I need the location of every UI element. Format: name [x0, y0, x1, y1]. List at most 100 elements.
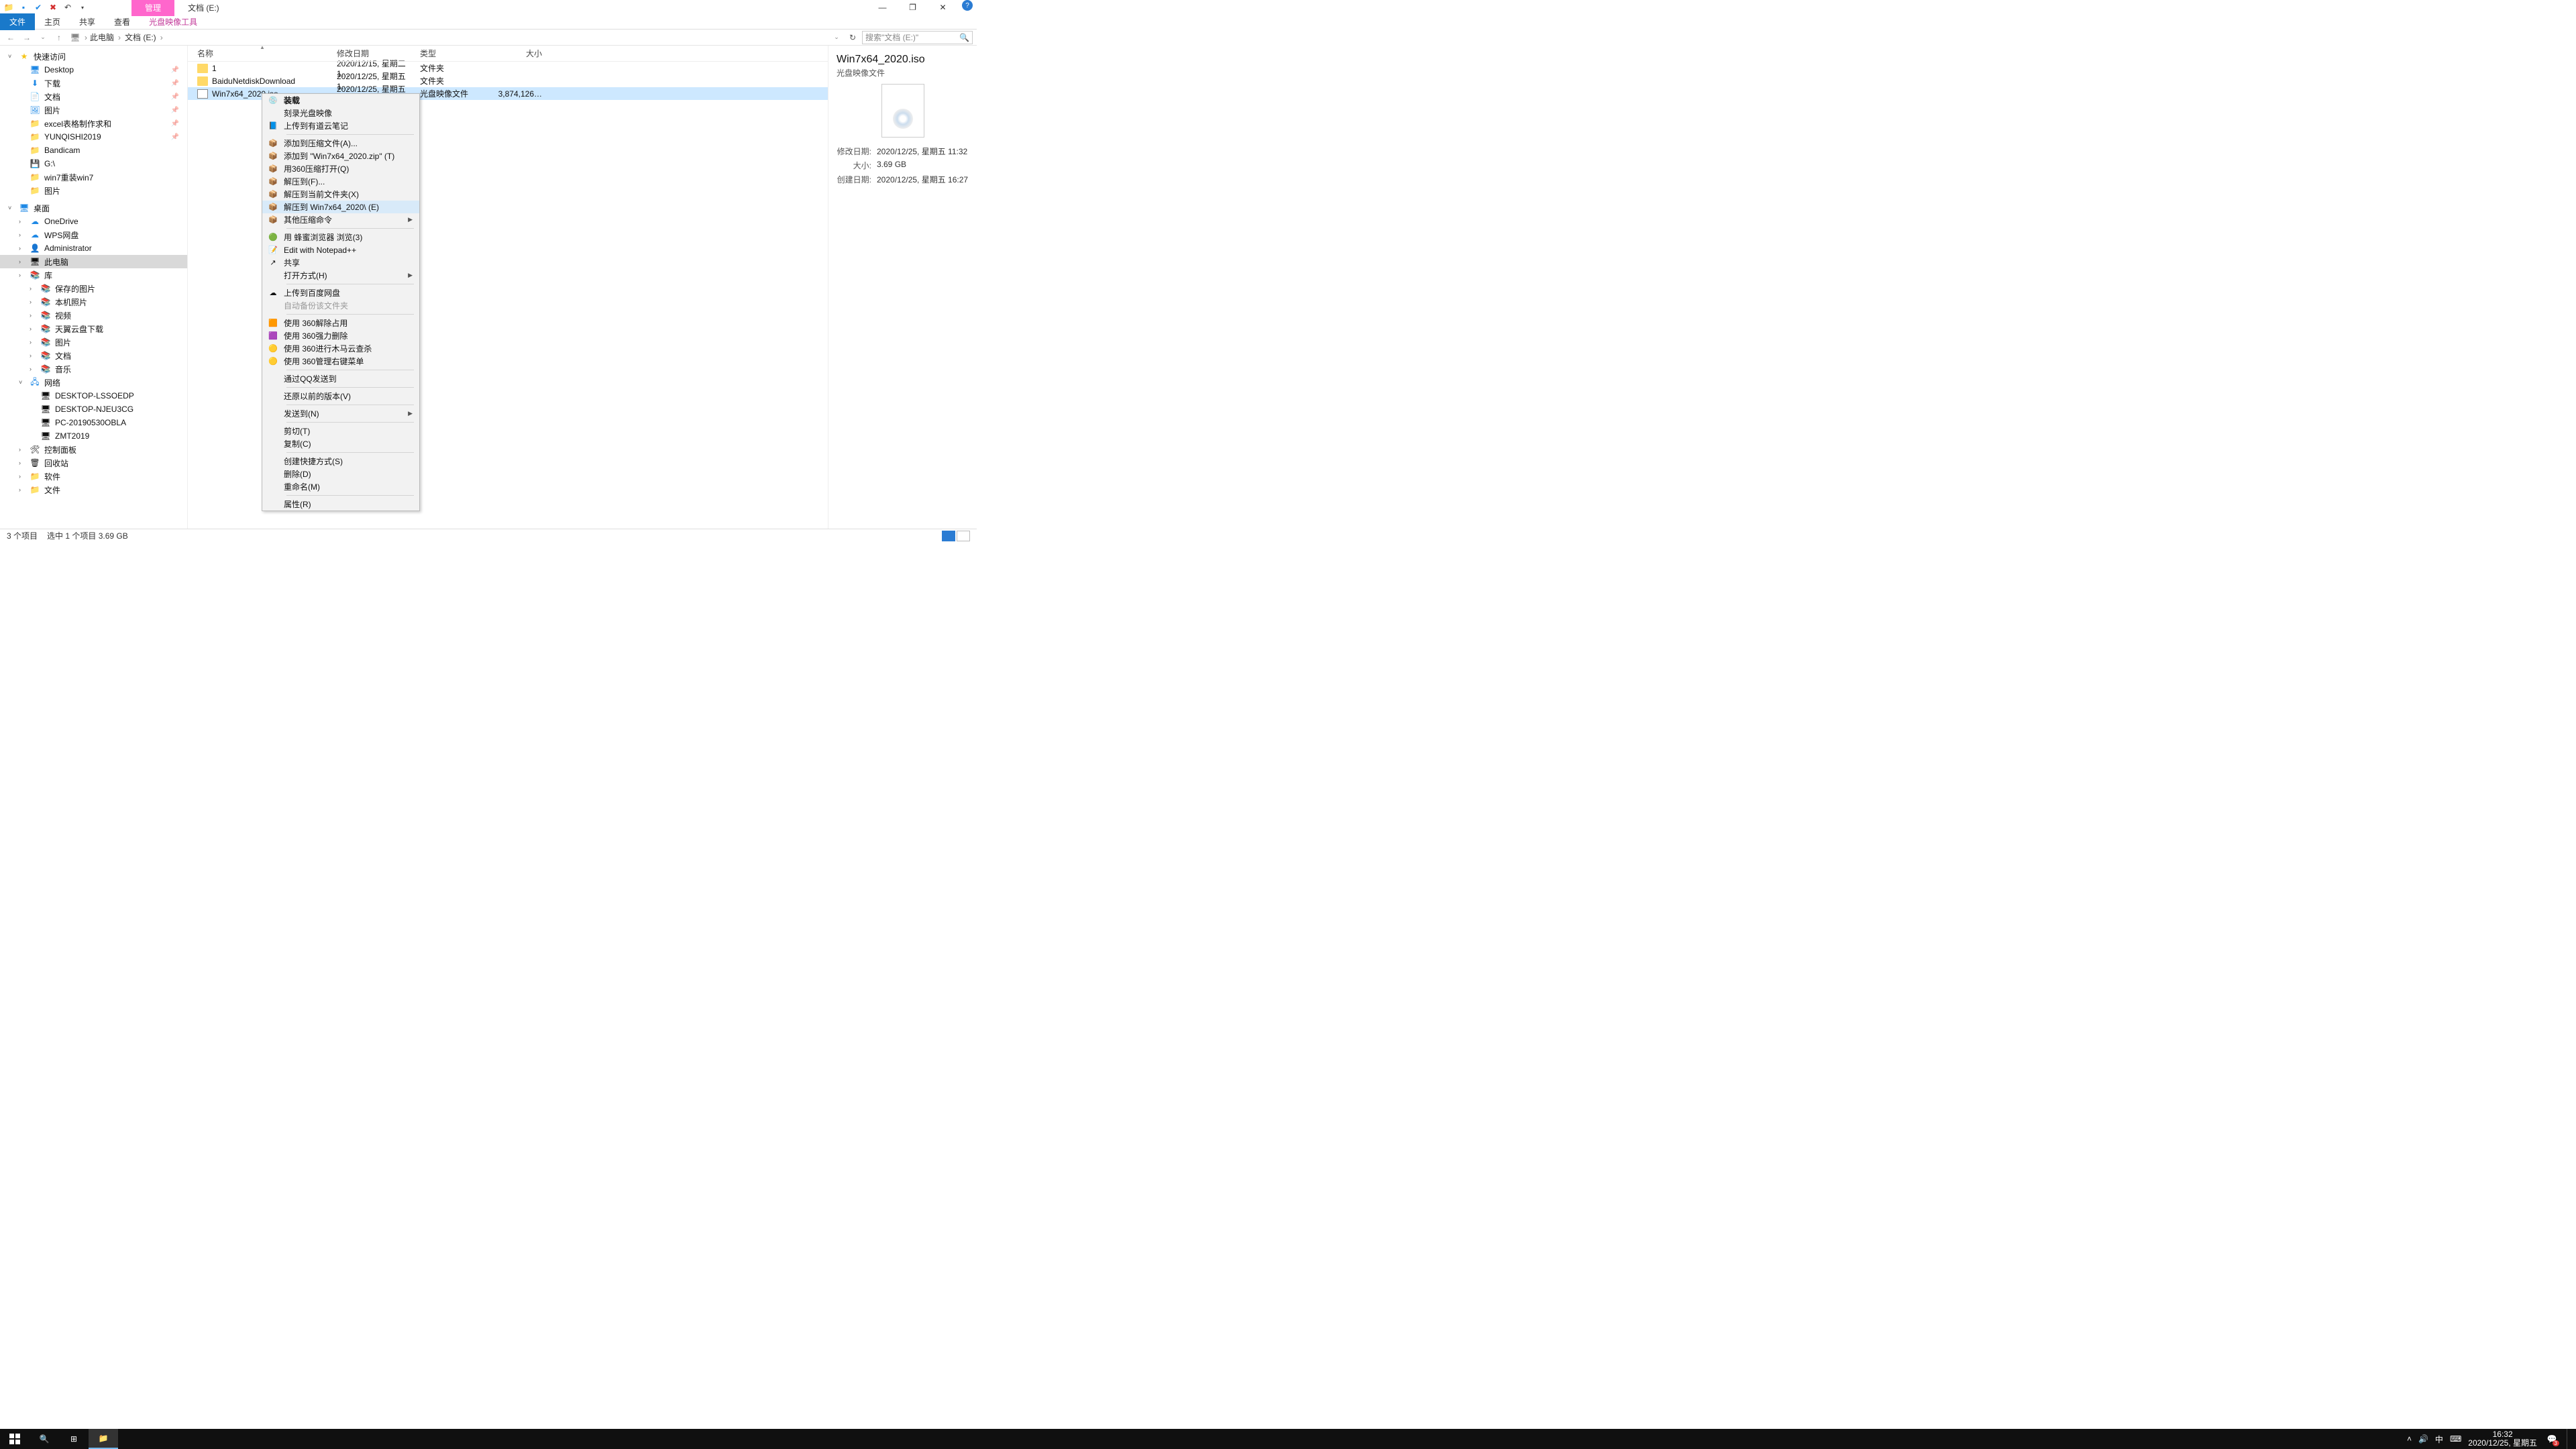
context-menu-item[interactable]: 💿装载 — [262, 94, 419, 107]
context-menu-item[interactable]: 还原以前的版本(V) — [262, 390, 419, 402]
chevron-right-icon[interactable]: › — [30, 339, 36, 345]
chevron-right-icon[interactable]: › — [19, 231, 25, 238]
tree-item-other[interactable]: ›🛠控制面板 — [0, 443, 187, 456]
tree-item-quick[interactable]: 📁图片 — [0, 184, 187, 197]
context-menu-item[interactable]: 📦添加到 "Win7x64_2020.zip" (T) — [262, 150, 419, 162]
tree-item-other[interactable]: ›📁软件 — [0, 470, 187, 483]
tree-item-library[interactable]: ›📚天翼云盘下载 — [0, 322, 187, 335]
context-menu-item[interactable]: 📘上传到有道云笔记 — [262, 119, 419, 132]
tree-item-library[interactable]: ›📚保存的图片 — [0, 282, 187, 295]
task-view-button[interactable]: ⊞ — [59, 1429, 89, 1449]
search-input[interactable]: 搜索"文档 (E:)" 🔍 — [862, 31, 973, 44]
context-menu-item[interactable]: 剪切(T) — [262, 425, 419, 437]
context-menu-item[interactable]: 📦添加到压缩文件(A)... — [262, 137, 419, 150]
context-menu-item[interactable]: 📦其他压缩命令▶ — [262, 213, 419, 226]
tray-keyboard-icon[interactable]: ⌨ — [2450, 1434, 2461, 1444]
ribbon-tab-home[interactable]: 主页 — [35, 13, 70, 30]
taskbar[interactable]: 🔍 ⊞ 📁 ˄ 🔊 中 ⌨ 16:32 2020/12/25, 星期五 💬3 — [0, 1429, 2576, 1449]
start-button[interactable] — [0, 1429, 30, 1449]
nav-back-button[interactable]: ← — [4, 31, 17, 44]
chevron-right-icon[interactable]: › — [30, 325, 36, 332]
tree-item-library[interactable]: ›📚视频 — [0, 309, 187, 322]
context-menu-item[interactable]: 删除(D) — [262, 468, 419, 480]
context-menu-item[interactable]: 复制(C) — [262, 437, 419, 450]
address-dropdown-icon[interactable]: ⌄ — [830, 31, 843, 44]
file-row[interactable]: BaiduNetdiskDownload2020/12/25, 星期五 1…文件… — [188, 74, 828, 87]
chevron-right-icon[interactable]: › — [30, 285, 36, 292]
tree-item-other[interactable]: ›📁文件 — [0, 483, 187, 496]
context-menu-item[interactable]: ☁上传到百度网盘 — [262, 286, 419, 299]
chevron-right-icon[interactable]: › — [30, 312, 36, 319]
context-menu-item[interactable]: 打开方式(H)▶ — [262, 269, 419, 282]
ribbon-tab-share[interactable]: 共享 — [70, 13, 105, 30]
taskbar-search-button[interactable]: 🔍 — [30, 1429, 59, 1449]
chevron-right-icon[interactable]: › — [19, 460, 25, 466]
context-menu-item[interactable]: 重命名(M) — [262, 480, 419, 493]
nav-up-button[interactable]: ↑ — [52, 31, 66, 44]
tree-item-network-pc[interactable]: 🖥PC-20190530OBLA — [0, 416, 187, 429]
context-menu-item[interactable]: 属性(R) — [262, 498, 419, 511]
ribbon-tab-disc-image-tools[interactable]: 光盘映像工具 — [140, 13, 207, 30]
tree-quick-access[interactable]: ˅ ★ 快速访问 — [0, 50, 187, 63]
context-menu-item[interactable]: 刻录光盘映像 — [262, 107, 419, 119]
tree-item-quick[interactable]: 📄文档 — [0, 90, 187, 103]
tree-item-desktop[interactable]: ›📚库 — [0, 268, 187, 282]
chevron-right-icon[interactable]: › — [30, 366, 36, 372]
chevron-right-icon[interactable]: › — [19, 486, 25, 493]
tree-item-network-pc[interactable]: 🖥ZMT2019 — [0, 429, 187, 443]
chevron-down-icon[interactable]: ˅ — [8, 205, 15, 211]
chevron-right-icon[interactable]: › — [19, 258, 25, 265]
breadcrumb-segment[interactable]: 文档 (E:) — [125, 32, 156, 43]
column-headers[interactable]: 名称 ▲ 修改日期 类型 大小 — [188, 46, 828, 62]
search-icon[interactable]: 🔍 — [959, 33, 969, 42]
context-menu-item[interactable]: ↗共享 — [262, 256, 419, 269]
context-menu-item[interactable]: 🟢用 蜂蜜浏览器 浏览(3) — [262, 231, 419, 244]
tray-clock[interactable]: 16:32 2020/12/25, 星期五 — [2468, 1430, 2537, 1448]
tree-item-quick[interactable]: 🖼图片 — [0, 103, 187, 117]
breadcrumb[interactable]: 此电脑 › 文档 (E:) › — [90, 32, 163, 43]
context-menu[interactable]: 💿装载刻录光盘映像📘上传到有道云笔记 📦添加到压缩文件(A)...📦添加到 "Wi… — [262, 93, 420, 511]
tree-item-quick[interactable]: 📁excel表格制作求和 — [0, 117, 187, 130]
view-icons-button[interactable] — [957, 531, 970, 541]
minimize-button[interactable]: — — [867, 0, 898, 15]
tree-desktop[interactable]: ˅ 🖥 桌面 — [0, 201, 187, 215]
context-menu-item[interactable]: 📦解压到(F)... — [262, 175, 419, 188]
chevron-right-icon[interactable]: › — [19, 473, 25, 480]
chevron-down-icon[interactable]: ˅ — [8, 53, 15, 60]
show-desktop-button[interactable] — [2567, 1429, 2571, 1449]
tree-item-desktop[interactable]: ›☁WPS网盘 — [0, 228, 187, 241]
context-menu-item[interactable]: 通过QQ发送到 — [262, 372, 419, 385]
chevron-right-icon[interactable]: › — [30, 352, 36, 359]
context-menu-item[interactable]: 📦用360压缩打开(Q) — [262, 162, 419, 175]
nav-history-dropdown[interactable]: ⌄ — [36, 31, 50, 44]
breadcrumb-segment[interactable]: 此电脑 — [90, 32, 114, 43]
tree-item-quick[interactable]: 📁Bandicam — [0, 144, 187, 157]
context-menu-item[interactable]: 📦解压到 Win7x64_2020\ (E) — [262, 201, 419, 213]
tree-item-quick[interactable]: 💾G:\ — [0, 157, 187, 170]
qat-check-icon[interactable]: ✔ — [32, 1, 44, 13]
column-size[interactable]: 大小 — [490, 48, 550, 59]
tree-item-other[interactable]: ›🗑回收站 — [0, 456, 187, 470]
qat-undo-icon[interactable]: ↶ — [62, 1, 74, 13]
ribbon-tab-view[interactable]: 查看 — [105, 13, 140, 30]
maximize-button[interactable]: ❐ — [898, 0, 928, 15]
chevron-right-icon[interactable]: › — [19, 272, 25, 278]
view-details-button[interactable] — [942, 531, 955, 541]
chevron-down-icon[interactable]: ˅ — [19, 379, 25, 386]
ribbon-tab-file[interactable]: 文件 — [0, 13, 35, 30]
tray-ime-icon[interactable]: 中 — [2435, 1434, 2443, 1445]
context-menu-item[interactable]: 🟪使用 360强力删除 — [262, 329, 419, 342]
chevron-right-icon[interactable]: › — [19, 245, 25, 252]
column-type[interactable]: 类型 — [420, 48, 490, 59]
tree-item-library[interactable]: ›📚音乐 — [0, 362, 187, 376]
tree-item-library[interactable]: ›📚本机照片 — [0, 295, 187, 309]
column-modified[interactable]: 修改日期 — [337, 48, 420, 59]
tree-network[interactable]: ˅ 🖧 网络 — [0, 376, 187, 389]
tree-item-network-pc[interactable]: 🖥DESKTOP-NJEU3CG — [0, 402, 187, 416]
context-menu-item[interactable]: 🟡使用 360进行木马云查杀 — [262, 342, 419, 355]
tree-item-network-pc[interactable]: 🖥DESKTOP-LSSOEDP — [0, 389, 187, 402]
tree-item-library[interactable]: ›📚文档 — [0, 349, 187, 362]
context-menu-item[interactable]: 发送到(N)▶ — [262, 407, 419, 420]
context-menu-item[interactable]: 📝Edit with Notepad++ — [262, 244, 419, 256]
context-menu-item[interactable]: 🟧使用 360解除占用 — [262, 317, 419, 329]
